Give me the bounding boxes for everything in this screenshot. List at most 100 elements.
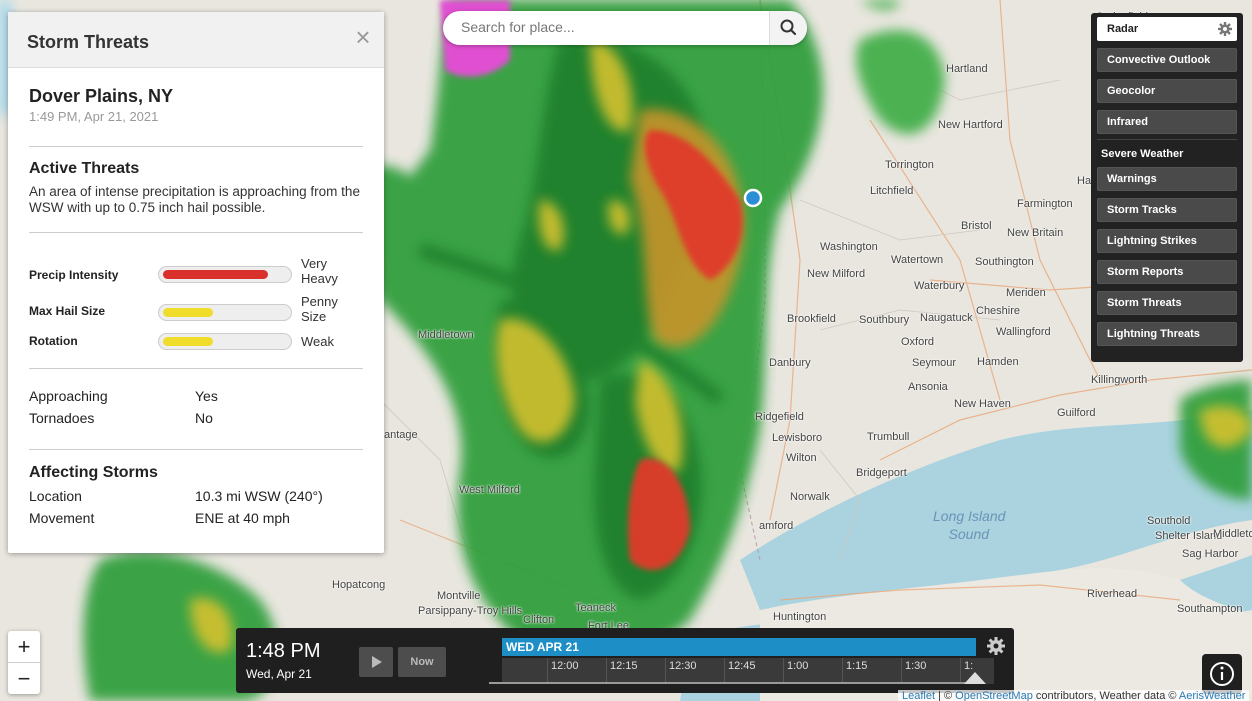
- layer-lightning-threats[interactable]: Lightning Threats: [1097, 322, 1237, 346]
- place-label: Sag Harbor: [1182, 548, 1239, 560]
- panel-header: Storm Threats ×: [8, 12, 384, 68]
- location-name: Dover Plains, NY: [29, 86, 174, 106]
- metric-row: Rotation Weak: [29, 324, 363, 358]
- day-label: WED APR 21: [502, 638, 976, 656]
- timeline-tick: 12:15: [606, 658, 638, 684]
- place-label: New Hartford: [938, 119, 1003, 131]
- info-row: Movement ENE at 40 mph: [29, 510, 363, 532]
- place-label: Southold: [1147, 515, 1191, 527]
- gear-icon[interactable]: [986, 636, 1006, 656]
- timeline-tick: 12:45: [724, 658, 756, 684]
- info-value: ENE at 40 mph: [195, 510, 290, 526]
- place-label: Southbury: [859, 314, 910, 326]
- place-label: Guilford: [1057, 407, 1096, 419]
- info-row: Location 10.3 mi WSW (240°): [29, 488, 363, 510]
- metric-value: Penny Size: [301, 294, 338, 324]
- location-marker: [743, 188, 763, 208]
- divider: [29, 232, 363, 233]
- place-label: Huntington: [773, 611, 827, 623]
- storm-threats-panel: Storm Threats × Dover Plains, NY 1:49 PM…: [8, 12, 384, 553]
- place-label: Naugatuck: [920, 312, 973, 324]
- place-label: Middletown: [1213, 528, 1252, 540]
- metric-bar-fill: [163, 337, 213, 346]
- place-label: Riverhead: [1087, 588, 1138, 600]
- panel-title: Storm Threats: [27, 32, 150, 52]
- divider: [29, 449, 363, 450]
- now-button[interactable]: Now: [398, 647, 446, 677]
- place-label: Cheshire: [976, 305, 1021, 317]
- info-key: Location: [29, 488, 82, 504]
- active-threats-text: An area of intense precipitation is appr…: [29, 184, 360, 215]
- water-label: Long Island Sound: [933, 508, 1006, 542]
- metric-bar: [158, 266, 292, 283]
- place-label: Trumbull: [867, 431, 910, 443]
- place-label: West Milford: [459, 484, 520, 496]
- layer-storm-reports[interactable]: Storm Reports: [1097, 260, 1237, 284]
- metric-bar-fill: [163, 308, 213, 317]
- place-label: Wallingford: [996, 326, 1051, 338]
- place-label: Danbury: [769, 357, 811, 369]
- location-time: 1:49 PM, Apr 21, 2021: [29, 109, 159, 124]
- layer-lightning-strikes[interactable]: Lightning Strikes: [1097, 229, 1237, 253]
- info-row: Approaching Yes: [29, 388, 363, 410]
- layer-menu: Radar Convective Outlook Geocolor Infrared S…: [1091, 13, 1243, 362]
- metric-row: Precip Intensity Very Heavy: [29, 256, 363, 290]
- layer-radar[interactable]: Radar: [1097, 17, 1237, 41]
- info-button[interactable]: [1202, 654, 1242, 694]
- place-label: New Britain: [1007, 227, 1064, 239]
- layer-warnings[interactable]: Warnings: [1097, 167, 1237, 191]
- place-label: Waterbury: [914, 280, 965, 292]
- info-key: Tornadoes: [29, 410, 95, 426]
- layer-infrared[interactable]: Infrared: [1097, 110, 1237, 134]
- layer-geocolor[interactable]: Geocolor: [1097, 79, 1237, 103]
- place-label: Montville: [437, 590, 481, 602]
- timeline-tick: 1:00: [783, 658, 808, 684]
- search-button[interactable]: [769, 11, 807, 45]
- close-icon[interactable]: ×: [352, 24, 374, 50]
- layer-storm-tracks[interactable]: Storm Tracks: [1097, 198, 1237, 222]
- timeline-scrubber[interactable]: [489, 682, 977, 684]
- zoom-out-button[interactable]: −: [8, 662, 40, 693]
- place-label: amford: [759, 520, 794, 532]
- place-label: Southampton: [1177, 603, 1243, 615]
- search-input[interactable]: [461, 19, 761, 35]
- zoom-in-button[interactable]: +: [8, 631, 40, 662]
- place-label: Norwalk: [790, 491, 830, 503]
- layer-storm-threats[interactable]: Storm Threats: [1097, 291, 1237, 315]
- info-value: 10.3 mi WSW (240°): [195, 488, 323, 504]
- place-label: New Milford: [807, 268, 866, 280]
- active-threats: Active Threats An area of intense precip…: [29, 160, 363, 216]
- timeline-tick: 12:30: [665, 658, 697, 684]
- current-time: 1:48 PM: [246, 640, 321, 662]
- place-label: Torrington: [885, 159, 934, 171]
- search-icon: [780, 19, 797, 36]
- place-label: Bridgeport: [856, 467, 907, 479]
- metric-bar: [158, 333, 292, 350]
- place-label: Southington: [975, 256, 1034, 268]
- info-value: Yes: [195, 388, 218, 404]
- info-value: No: [195, 410, 213, 426]
- metric-bar-fill: [163, 270, 269, 279]
- timeline-tick: 1:30: [901, 658, 926, 684]
- metric-value: Very Heavy: [301, 256, 338, 286]
- metric-value: Weak: [301, 334, 334, 349]
- affecting-storms: Affecting Storms Location 10.3 mi WSW (24…: [29, 464, 363, 532]
- timeline-tick: 12:00: [547, 658, 579, 684]
- gear-icon: [1218, 22, 1232, 36]
- affecting-storms-heading: Affecting Storms: [29, 464, 158, 481]
- leaflet-link[interactable]: Leaflet: [902, 690, 935, 701]
- metric-label: Max Hail Size: [29, 304, 106, 318]
- scrub-handle[interactable]: [964, 670, 986, 684]
- place-label: Watertown: [891, 254, 944, 266]
- place-label: Middletown: [418, 329, 474, 341]
- place-label: Litchfield: [870, 185, 914, 197]
- place-label: Wilton: [786, 452, 817, 464]
- search-box: [443, 11, 807, 45]
- osm-link[interactable]: OpenStreetMap: [955, 690, 1033, 701]
- place-label: New Haven: [954, 398, 1011, 410]
- timeline-ticks[interactable]: 12:00 12:15 12:30 12:45 1:00 1:15 1:30 1:: [502, 658, 994, 684]
- place-label: antage: [384, 429, 418, 441]
- layer-convective-outlook[interactable]: Convective Outlook: [1097, 48, 1237, 72]
- aeris-link[interactable]: AerisWeather: [1179, 690, 1245, 701]
- play-button[interactable]: [359, 647, 393, 677]
